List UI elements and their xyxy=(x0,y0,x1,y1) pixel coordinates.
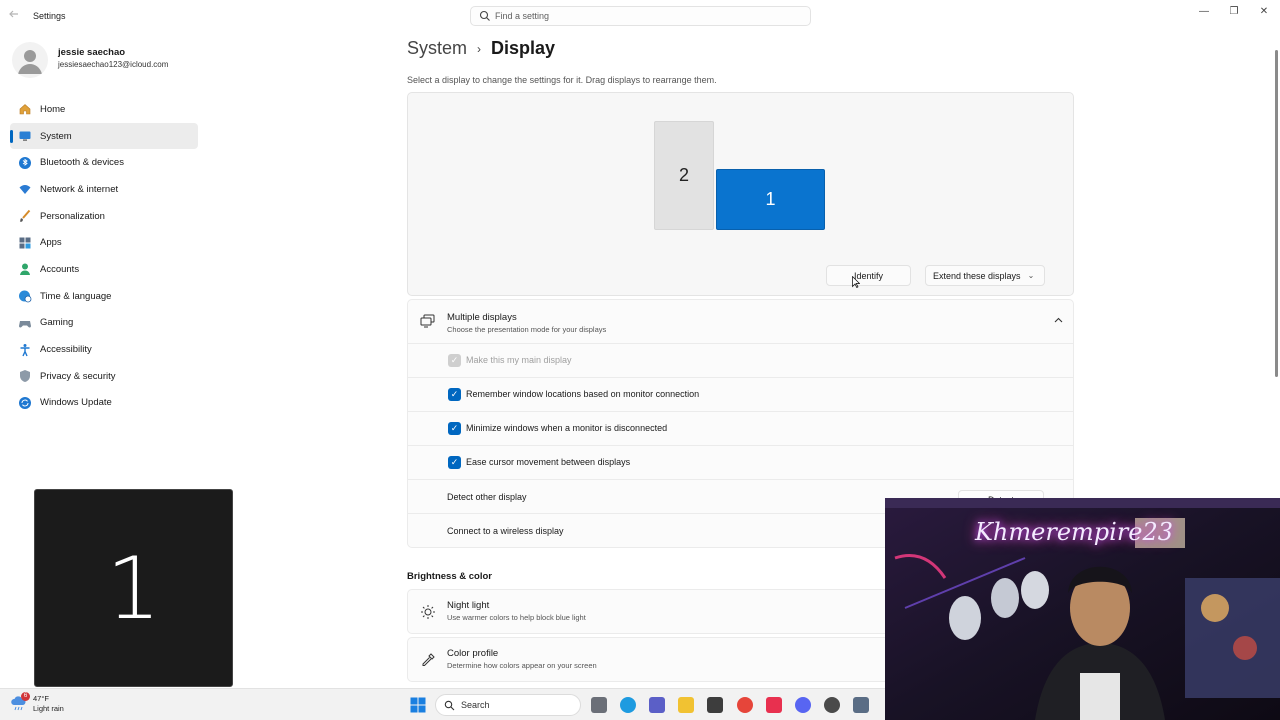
search-input[interactable] xyxy=(495,7,795,25)
monitor-1-tile[interactable]: 1 xyxy=(716,169,825,230)
update-icon xyxy=(18,396,32,410)
accounts-icon xyxy=(18,262,32,276)
sidebar-item-accounts[interactable]: Accounts xyxy=(10,256,198,283)
display-hint-text: Select a display to change the settings … xyxy=(407,75,717,85)
maximize-button[interactable]: ❐ xyxy=(1222,4,1246,20)
sun-icon xyxy=(420,604,436,620)
option-ease-cursor[interactable]: ✓ Ease cursor movement between displays xyxy=(407,446,1074,480)
wifi-icon xyxy=(18,182,32,196)
file-explorer-icon[interactable] xyxy=(678,697,694,713)
sidebar-item-network[interactable]: Network & internet xyxy=(10,176,198,203)
app-title: Settings xyxy=(33,11,66,21)
breadcrumb-separator: › xyxy=(477,41,482,56)
identify-number: 1 xyxy=(106,539,161,639)
close-button[interactable]: ✕ xyxy=(1252,4,1276,20)
app-icon[interactable] xyxy=(766,697,782,713)
streamer-brand-text: Khmerempire23 xyxy=(975,518,1174,546)
option-minimize-windows[interactable]: ✓ Minimize windows when a monitor is dis… xyxy=(407,412,1074,446)
taskbar-search[interactable]: Search xyxy=(435,694,581,716)
page-title: Display xyxy=(491,38,556,58)
obs-icon[interactable] xyxy=(824,697,840,713)
breadcrumb-system[interactable]: System xyxy=(407,38,467,59)
option-main-display: ✓ Make this my main display xyxy=(407,344,1074,378)
monitor-2-number: 2 xyxy=(678,165,689,185)
main-display-checkbox: ✓ xyxy=(448,354,461,367)
breadcrumb: System › Display xyxy=(407,38,555,59)
identify-button[interactable]: Identify xyxy=(826,265,911,286)
weather-description[interactable]: Light rain xyxy=(33,704,64,713)
chrome-icon[interactable] xyxy=(737,697,753,713)
ease-cursor-checkbox[interactable]: ✓ xyxy=(448,456,461,469)
title-bar: Settings — ❐ ✕ xyxy=(0,0,1280,32)
option-remember-window-locations[interactable]: ✓ Remember window locations based on mon… xyxy=(407,378,1074,412)
sidebar-item-time-language[interactable]: Time & language xyxy=(10,283,198,310)
accessibility-icon xyxy=(18,343,32,357)
multiple-displays-icon xyxy=(420,314,436,328)
shield-icon xyxy=(18,369,32,383)
multiple-displays-title: Multiple displays xyxy=(447,312,517,323)
user-email: jessiesaechao123@icloud.com xyxy=(58,60,169,69)
sidebar-item-home[interactable]: Home xyxy=(10,96,198,123)
multiple-displays-header[interactable]: Multiple displays Choose the presentatio… xyxy=(407,299,1074,344)
home-icon xyxy=(18,102,32,116)
teams-icon[interactable] xyxy=(649,697,665,713)
search-icon xyxy=(479,10,491,22)
multiple-displays-subtitle: Choose the presentation mode for your di… xyxy=(447,325,607,334)
wireless-label: Connect to a wireless display xyxy=(447,526,564,536)
brush-icon xyxy=(18,209,32,223)
sidebar-item-windows-update[interactable]: Windows Update xyxy=(10,390,198,417)
monitor-icon xyxy=(18,129,32,143)
remember-locations-checkbox[interactable]: ✓ xyxy=(448,388,461,401)
bluetooth-icon xyxy=(18,156,32,170)
settings-search-box[interactable] xyxy=(470,6,811,26)
taskbar: 6 47°F Light rain Search xyxy=(0,688,885,720)
microsoft-store-icon[interactable] xyxy=(707,697,723,713)
detect-label: Detect other display xyxy=(447,492,527,502)
edge-browser-icon[interactable] xyxy=(620,697,636,713)
search-icon xyxy=(444,700,455,711)
task-view-icon[interactable] xyxy=(591,697,607,713)
weather-notification-badge: 6 xyxy=(21,692,30,701)
sidebar-item-system[interactable]: System xyxy=(10,122,198,150)
webcam-overlay: Khmerempire23 xyxy=(885,498,1280,720)
user-name: jessie saechao xyxy=(58,47,126,58)
scrollbar-thumb[interactable] xyxy=(1275,50,1278,377)
eyedropper-icon xyxy=(420,652,436,668)
gamepad-icon xyxy=(18,316,32,330)
mouse-cursor-icon xyxy=(852,275,861,288)
back-arrow-icon[interactable] xyxy=(8,8,24,24)
windows-start-icon[interactable] xyxy=(410,697,426,713)
weather-temperature[interactable]: 47°F xyxy=(33,694,49,703)
discord-icon[interactable] xyxy=(795,697,811,713)
settings-gear-icon[interactable] xyxy=(853,697,869,713)
brightness-color-heading: Brightness & color xyxy=(407,571,492,582)
sidebar-item-accessibility[interactable]: Accessibility xyxy=(10,336,198,363)
sidebar-item-gaming[interactable]: Gaming xyxy=(10,310,198,337)
globe-clock-icon xyxy=(18,289,32,303)
sidebar-item-apps[interactable]: Apps xyxy=(10,229,198,256)
display-arrangement-panel: 2 1 Identify Extend these displays ⌄ xyxy=(407,92,1074,296)
identify-display-overlay: 1 xyxy=(34,489,233,687)
monitor-2-tile[interactable]: 2 xyxy=(654,121,714,230)
minimize-windows-checkbox[interactable]: ✓ xyxy=(448,422,461,435)
sidebar-item-privacy[interactable]: Privacy & security xyxy=(10,363,198,390)
chevron-down-icon: ⌄ xyxy=(1027,271,1035,280)
apps-icon xyxy=(18,236,32,250)
monitor-1-number: 1 xyxy=(765,189,776,209)
sidebar-item-bluetooth[interactable]: Bluetooth & devices xyxy=(10,149,198,176)
display-mode-value: Extend these displays xyxy=(933,270,1021,281)
sidebar-nav: Home System Bluetooth & devices Network … xyxy=(10,96,198,416)
taskbar-search-label: Search xyxy=(461,700,490,710)
avatar[interactable] xyxy=(12,42,48,78)
sidebar-item-personalization[interactable]: Personalization xyxy=(10,203,198,230)
chevron-up-icon[interactable] xyxy=(1054,315,1063,325)
minimize-button[interactable]: — xyxy=(1192,4,1216,20)
display-mode-select[interactable]: Extend these displays ⌄ xyxy=(925,265,1045,286)
